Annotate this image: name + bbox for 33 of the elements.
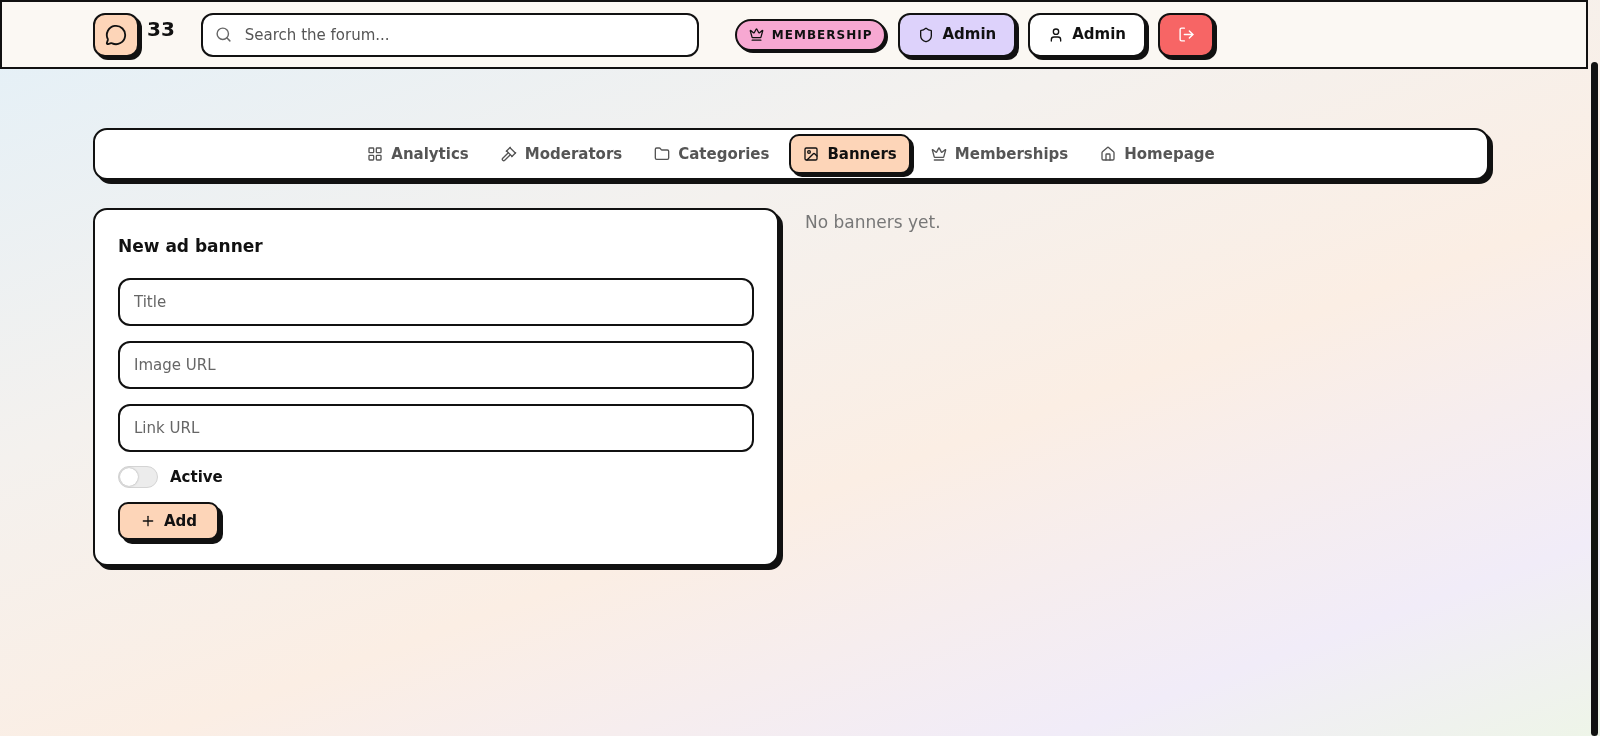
logout-icon bbox=[1177, 26, 1195, 43]
tab[interactable]: Analytics bbox=[355, 134, 481, 174]
user-button[interactable]: Admin bbox=[1028, 12, 1147, 57]
grid-icon bbox=[367, 146, 384, 162]
empty-message: No banners yet. bbox=[805, 211, 941, 234]
chat-bubble-icon bbox=[105, 23, 127, 46]
gavel-icon bbox=[500, 146, 517, 162]
text-field[interactable]: Image URL bbox=[118, 340, 754, 389]
shield-icon bbox=[918, 26, 935, 43]
logo-count: 33 bbox=[147, 15, 175, 43]
tab[interactable]: Banners bbox=[789, 134, 911, 174]
role-button[interactable]: Admin bbox=[898, 12, 1017, 57]
form-title: New ad banner bbox=[118, 235, 263, 258]
tab[interactable]: Categories bbox=[642, 134, 782, 174]
search-field[interactable]: Search the forum... bbox=[200, 12, 699, 57]
membership-badge: MEMBERSHIP bbox=[734, 18, 887, 51]
crown-icon bbox=[748, 27, 764, 42]
logo-button[interactable] bbox=[93, 12, 139, 57]
tab[interactable]: Homepage bbox=[1088, 134, 1227, 174]
scrollbar[interactable] bbox=[1591, 62, 1598, 736]
tab[interactable]: Moderators bbox=[488, 134, 635, 174]
text-field[interactable]: Link URL bbox=[118, 403, 754, 452]
toggle-label: Active bbox=[170, 466, 223, 488]
text-field[interactable]: Title bbox=[118, 277, 754, 326]
search-icon bbox=[214, 25, 232, 43]
image-icon bbox=[803, 146, 820, 162]
crown-icon bbox=[930, 146, 947, 162]
toggle-switch[interactable] bbox=[118, 465, 158, 488]
home-icon bbox=[1100, 146, 1117, 162]
plus-icon bbox=[140, 513, 156, 529]
tab[interactable]: Memberships bbox=[918, 134, 1081, 174]
folder-icon bbox=[654, 146, 671, 162]
logout-button[interactable] bbox=[1158, 12, 1215, 57]
